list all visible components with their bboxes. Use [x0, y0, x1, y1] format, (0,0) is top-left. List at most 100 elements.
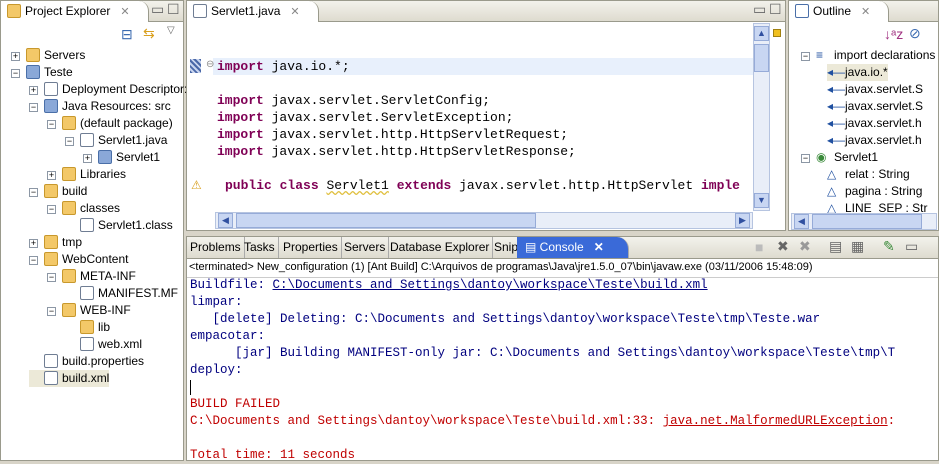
expander-icon[interactable]: −: [47, 273, 56, 282]
tree-item[interactable]: − Teste: [11, 64, 73, 81]
minimize-icon[interactable]: ▭: [151, 1, 164, 18]
tree-item[interactable]: − Servlet1.java: [65, 132, 167, 149]
tree-item[interactable]: build.properties: [29, 353, 144, 370]
project-icon: [26, 65, 40, 79]
collapse-all-icon[interactable]: ⊟: [121, 26, 133, 43]
maximize-icon[interactable]: ☐: [167, 1, 180, 18]
close-icon[interactable]: ✕: [290, 6, 299, 18]
expander-icon[interactable]: −: [47, 120, 56, 129]
scroll-thumb[interactable]: [812, 214, 922, 229]
editor-horizontal-scrollbar[interactable]: ◀ ▶: [215, 212, 753, 229]
tree-item[interactable]: − WEB-INF: [47, 302, 131, 319]
remove-launch-icon[interactable]: ✖: [777, 238, 789, 255]
console-panel: Problems Tasks Properties Servers Database E…: [186, 236, 939, 462]
expander-icon[interactable]: +: [83, 154, 92, 163]
warning-icon: ⚠: [191, 178, 202, 192]
file-icon: [80, 133, 94, 147]
outline-item-label: pagina : String: [845, 184, 923, 198]
outline-item[interactable]: ◂—javax.servlet.h: [827, 132, 922, 149]
tree-item[interactable]: − META-INF: [47, 268, 136, 285]
outline-item[interactable]: − ◉ Servlet1: [801, 149, 878, 166]
scroll-left-button[interactable]: ◀: [218, 213, 233, 228]
tree-item[interactable]: lib: [65, 319, 110, 336]
console-line: [delete] Deleting: C:\Documents and Sett…: [190, 312, 821, 326]
close-icon[interactable]: ✕: [120, 6, 129, 18]
tab-properties[interactable]: Properties: [280, 237, 342, 258]
close-icon[interactable]: ✕: [861, 6, 870, 18]
fold-icon[interactable]: ⊖: [206, 59, 214, 70]
tree-item[interactable]: − WebContent: [29, 251, 129, 268]
sort-icon[interactable]: ↓ᵃz: [884, 26, 903, 42]
outline-item[interactable]: ◂—java.io.*: [827, 64, 888, 81]
tree-item[interactable]: build.xml: [29, 370, 110, 387]
scroll-left-button[interactable]: ◀: [794, 214, 809, 229]
clear-console-icon[interactable]: ▤: [829, 238, 842, 255]
scroll-thumb[interactable]: [236, 213, 536, 228]
expander-icon[interactable]: −: [47, 307, 56, 316]
tree-item[interactable]: web.xml: [65, 336, 142, 353]
file-icon: [80, 286, 94, 300]
tree-item[interactable]: − (default package): [47, 115, 173, 132]
outline-horizontal-scrollbar[interactable]: ◀: [791, 213, 937, 230]
expander-icon[interactable]: −: [801, 154, 810, 163]
keyword: import: [217, 110, 264, 125]
tab-servlet1-java[interactable]: Servlet1.java ✕: [187, 1, 319, 22]
expander-icon[interactable]: +: [47, 171, 56, 180]
scroll-down-button[interactable]: ▼: [754, 193, 769, 208]
view-menu-icon[interactable]: ▽: [167, 25, 175, 36]
tab-database-explorer[interactable]: Database Explorer: [387, 237, 494, 258]
scroll-right-button[interactable]: ▶: [735, 213, 750, 228]
outline-item[interactable]: − ≡ import declarations: [801, 47, 935, 64]
expander-icon[interactable]: −: [801, 52, 810, 61]
tab-project-explorer[interactable]: Project Explorer ✕: [1, 1, 149, 22]
remove-all-icon[interactable]: ✖: [799, 238, 811, 255]
close-icon[interactable]: ✕: [594, 240, 604, 254]
buildfile-link[interactable]: C:\Documents and Settings\dantoy\workspa…: [273, 278, 708, 292]
hide-fields-icon[interactable]: ⊘: [909, 25, 921, 42]
editor-vertical-scrollbar[interactable]: ▲ ▼: [753, 23, 770, 211]
tree-item[interactable]: − classes: [47, 200, 120, 217]
tab-console[interactable]: ▤ Console ✕: [517, 237, 629, 258]
tree-item[interactable]: + Servlet1: [83, 149, 160, 166]
outline-item-label: javax.servlet.h: [845, 116, 922, 130]
expander-icon[interactable]: +: [29, 86, 38, 95]
display-console-icon[interactable]: ▭: [905, 238, 918, 255]
expander-icon[interactable]: −: [29, 188, 38, 197]
expander-icon[interactable]: +: [11, 52, 20, 61]
tab-problems[interactable]: Problems: [187, 237, 245, 258]
expander-icon[interactable]: −: [11, 69, 20, 78]
tree-item[interactable]: + Deployment Descriptor:: [29, 81, 187, 98]
link-with-editor-icon[interactable]: ⇆: [143, 25, 155, 42]
outline-item[interactable]: △ pagina : String: [827, 183, 922, 200]
maximize-icon[interactable]: ☐: [769, 1, 782, 18]
tree-item[interactable]: Servlet1.class: [65, 217, 173, 234]
console-icon: ▤: [525, 240, 540, 254]
tab-outline[interactable]: Outline ✕: [789, 1, 890, 22]
tree-item[interactable]: − build: [29, 183, 87, 200]
expander-icon[interactable]: +: [29, 239, 38, 248]
expander-icon[interactable]: −: [47, 205, 56, 214]
terminate-icon[interactable]: ■: [755, 239, 763, 255]
tab-tasks[interactable]: Tasks: [241, 237, 279, 258]
tree-item[interactable]: + tmp: [29, 234, 82, 251]
pin-console-icon[interactable]: ✎: [883, 238, 895, 255]
outline-item[interactable]: ◂—javax.servlet.h: [827, 115, 922, 132]
outline-item[interactable]: △ relat : String: [827, 166, 910, 183]
tree-item[interactable]: − Java Resources: src: [29, 98, 171, 115]
minimize-icon[interactable]: ▭: [753, 1, 766, 18]
tree-item[interactable]: + Servers: [11, 47, 85, 64]
scroll-lock-icon[interactable]: ▦: [851, 238, 864, 255]
scroll-up-button[interactable]: ▲: [754, 26, 769, 41]
tab-servers[interactable]: Servers: [341, 237, 390, 258]
expander-icon[interactable]: −: [29, 256, 38, 265]
exception-link[interactable]: java.net.MalformedURLException: [663, 414, 888, 428]
outline-item[interactable]: ◂—javax.servlet.S: [827, 81, 923, 98]
outline-item[interactable]: ◂—javax.servlet.S: [827, 98, 923, 115]
console-line: Buildfile: C:\Documents and Settings\dan…: [190, 277, 708, 294]
scroll-thumb[interactable]: [754, 44, 769, 72]
expander-icon[interactable]: −: [65, 137, 74, 146]
outline-item-label: javax.servlet.h: [845, 133, 922, 147]
tree-item[interactable]: MANIFEST.MF: [65, 285, 178, 302]
tree-item[interactable]: + Libraries: [47, 166, 126, 183]
expander-icon[interactable]: −: [29, 103, 38, 112]
